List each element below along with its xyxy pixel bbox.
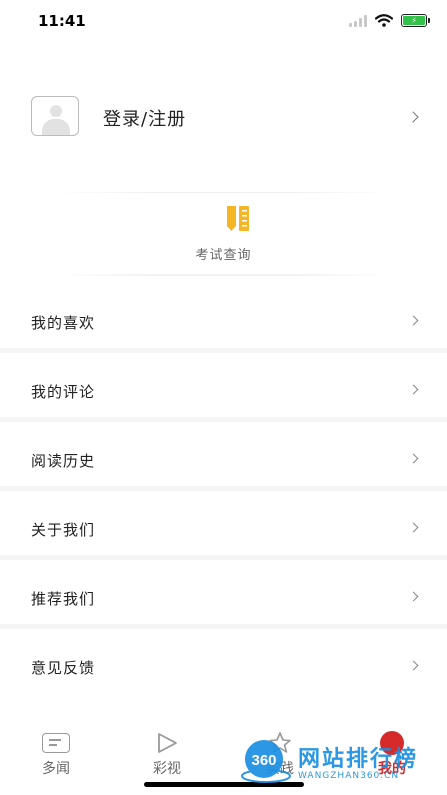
watermark-logo: 360 [241,740,291,783]
menu-item-label: 关于我们 [31,521,96,539]
status-time: 11:41 [38,12,86,30]
watermark-subtitle: WANGZHAN360.CN [298,771,400,781]
menu-item-label: 阅读历史 [31,452,96,470]
menu-item-feedback[interactable]: 意见反馈 [0,629,447,698]
chevron-right-icon [408,384,419,395]
chevron-right-icon [408,315,419,326]
news-icon [42,733,70,753]
tab-news[interactable]: 多闻 [26,730,86,778]
exam-ruler-icon [227,206,249,231]
watermark-title: 网站排行榜 [298,747,419,772]
tab-label: 多闻 [42,761,70,777]
menu-item-label: 我的评论 [31,383,96,401]
chevron-right-icon [408,660,419,671]
menu-item-reading-history[interactable]: 阅读历史 [0,422,447,491]
chevron-right-icon [408,591,419,602]
chevron-right-icon [407,111,419,123]
exam-query-label: 考试查询 [195,248,252,263]
tab-video[interactable]: 彩视 [137,730,197,778]
menu-item-comments[interactable]: 我的评论 [0,353,447,422]
svg-text:360: 360 [251,752,276,769]
wifi-icon [375,14,393,27]
battery-charging-icon: ⚡ [401,14,430,27]
play-icon [158,733,177,753]
exam-query-shortcut[interactable]: 考试查询 [55,192,392,276]
status-bar: 11:41 ⚡ [0,0,447,44]
menu-item-label: 推荐我们 [31,590,96,608]
user-avatar-icon [31,96,79,136]
tab-label: 彩视 [153,761,181,777]
menu-item-label: 意见反馈 [31,659,96,677]
settings-menu: 我的喜欢 我的评论 阅读历史 关于我们 推荐我们 意见反馈 [0,284,447,698]
chevron-right-icon [408,453,419,464]
cellular-signal-icon [349,14,367,27]
chevron-right-icon [408,522,419,533]
menu-item-about-us[interactable]: 关于我们 [0,491,447,560]
menu-item-recommend-us[interactable]: 推荐我们 [0,560,447,629]
menu-item-favorites[interactable]: 我的喜欢 [0,284,447,353]
menu-item-label: 我的喜欢 [31,314,96,332]
login-register-label: 登录/注册 [103,109,187,130]
login-register-row[interactable]: 登录/注册 [0,88,447,148]
status-icons: ⚡ [349,14,430,27]
profile-screen: 11:41 ⚡ 登录/注册 考试查询 我的喜欢 我的评论 阅读历史 关于我们 推… [0,0,447,795]
watermark-overlay: 360 网站排行榜 WANGZHAN360.CN [240,738,447,795]
